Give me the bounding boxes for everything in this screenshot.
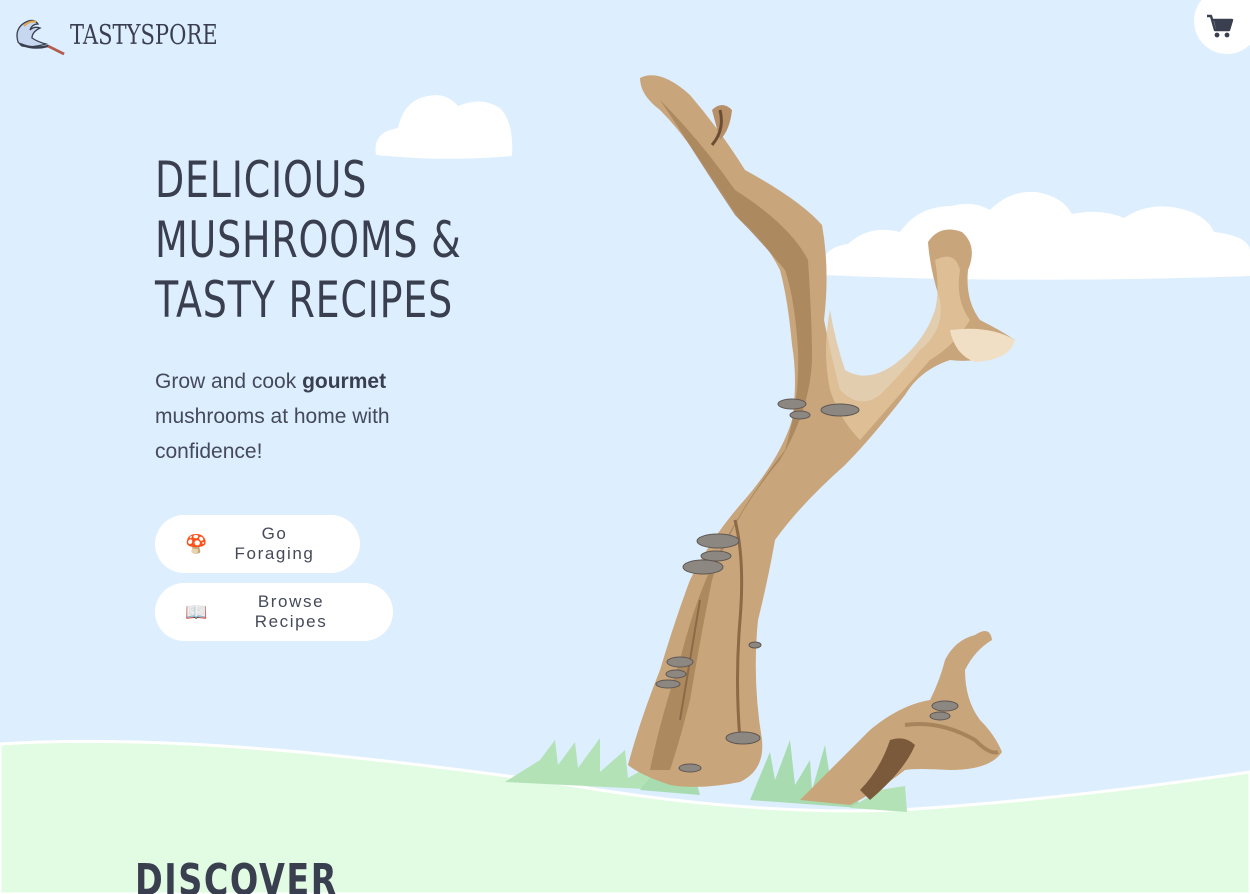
hero-title-line: DELICIOUS xyxy=(155,151,368,209)
discover-heading: DISCOVER xyxy=(135,855,338,894)
hero-title-line: TASTY RECIPES xyxy=(155,271,453,329)
brand-logo[interactable]: TASTYSPORE xyxy=(12,12,259,58)
hero-subtitle-prefix: Grow and cook xyxy=(155,370,303,393)
hero-subtitle-emphasis: gourmet xyxy=(302,370,387,393)
cloud-large xyxy=(821,191,1250,280)
hero-title-line: MUSHROOMS & xyxy=(155,211,462,269)
browse-recipes-button[interactable]: 📖 Browse Recipes xyxy=(155,583,393,641)
brand-name: TASTYSPORE xyxy=(70,19,218,51)
hero-subtitle-suffix: mushrooms at home with confidence! xyxy=(155,405,390,463)
fallen-log xyxy=(800,631,1002,805)
browse-recipes-label: Browse Recipes xyxy=(254,592,328,631)
go-foraging-label: Go Foraging xyxy=(234,524,315,563)
go-foraging-button[interactable]: 🍄 Go Foraging xyxy=(155,515,360,573)
mushroom-icon: 🍄 xyxy=(185,533,210,554)
hero-title: DELICIOUS MUSHROOMS & TASTY RECIPES xyxy=(155,150,512,330)
hero-subtitle: Grow and cook gourmet mushrooms at home … xyxy=(155,364,425,469)
shopping-cart-icon xyxy=(1207,14,1234,38)
open-book-icon: 📖 xyxy=(185,601,210,622)
frying-pan-wave-icon xyxy=(16,19,65,56)
hero-section: DELICIOUS MUSHROOMS & TASTY RECIPES Grow… xyxy=(155,150,535,469)
